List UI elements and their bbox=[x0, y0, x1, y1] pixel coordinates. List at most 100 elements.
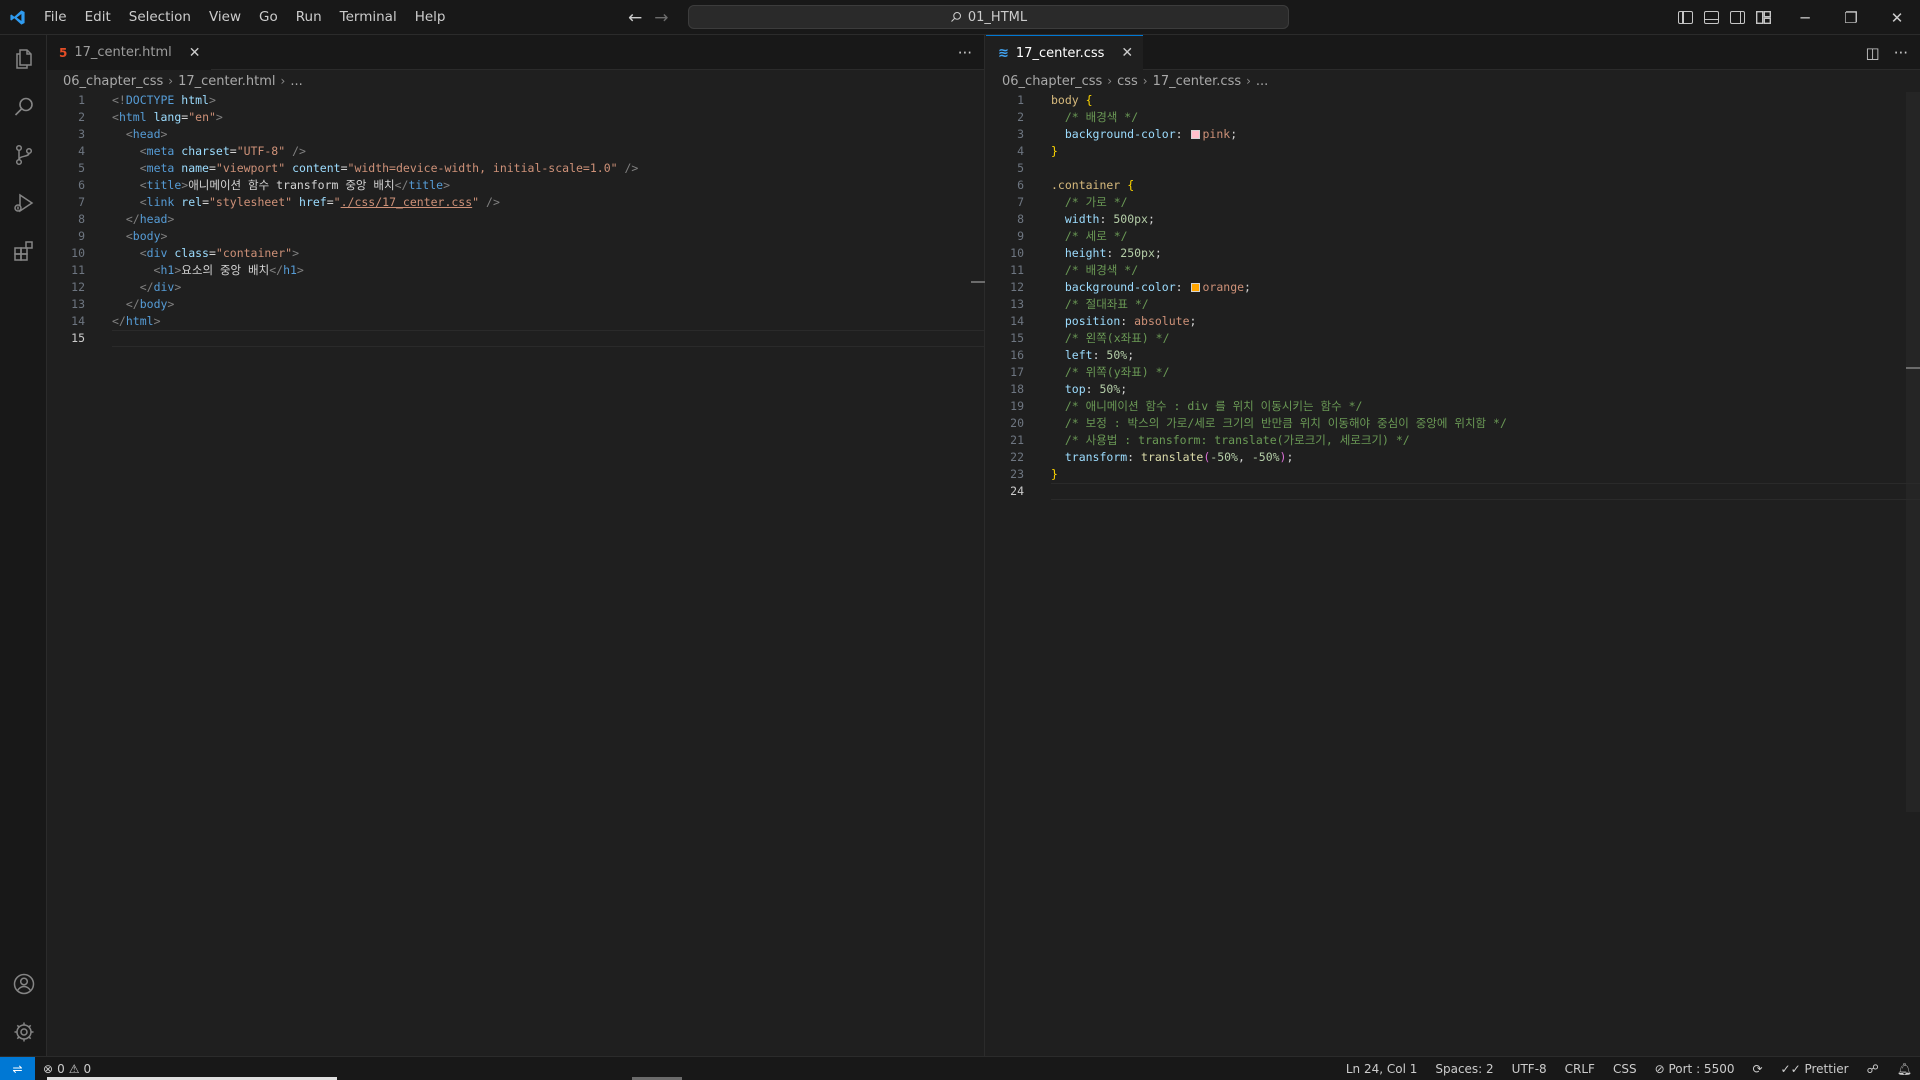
customize-layout-icon[interactable] bbox=[1755, 10, 1772, 25]
code-line: 24 bbox=[986, 483, 1920, 500]
code-token: h1 bbox=[160, 263, 175, 277]
color-swatch-icon[interactable] bbox=[1190, 130, 1200, 139]
breadcrumb-item[interactable]: css bbox=[1117, 74, 1138, 89]
code-token: meta bbox=[146, 144, 175, 158]
breadcrumb-separator-icon: › bbox=[280, 74, 286, 88]
feedback-icon[interactable]: ☍ bbox=[1867, 1062, 1879, 1076]
code-line: 14 position: absolute; bbox=[986, 313, 1920, 330]
code-line: 5 bbox=[986, 160, 1920, 177]
search-view-icon[interactable] bbox=[0, 83, 47, 131]
prettier-status[interactable]: ✓✓ Prettier bbox=[1781, 1062, 1849, 1076]
line-number: 2 bbox=[1017, 110, 1024, 124]
line-number: 16 bbox=[1010, 348, 1024, 362]
go-forward-icon[interactable]: → bbox=[654, 8, 668, 28]
live-server-port[interactable]: ⊘ Port : 5500 bbox=[1655, 1062, 1735, 1076]
toggle-panel-icon[interactable] bbox=[1704, 11, 1719, 24]
file-encoding[interactable]: UTF-8 bbox=[1512, 1062, 1547, 1076]
remote-indicator-icon[interactable]: ⇌ bbox=[0, 1056, 35, 1080]
breadcrumb-item[interactable]: 06_chapter_css bbox=[1002, 74, 1102, 89]
toggle-secondary-sidebar-icon[interactable] bbox=[1730, 11, 1745, 24]
code-token: { bbox=[1085, 93, 1093, 107]
accounts-icon[interactable] bbox=[0, 960, 47, 1008]
code-token: /> bbox=[292, 144, 306, 158]
menu-go[interactable]: Go bbox=[250, 0, 287, 35]
color-swatch-icon[interactable] bbox=[1190, 283, 1200, 292]
editor-group-right: ≋ 17_center.css ✕ ◫ ··· 06_chapter_css › c… bbox=[986, 35, 1920, 1056]
close-tab-icon[interactable]: ✕ bbox=[1121, 45, 1133, 61]
cursor-position[interactable]: Ln 24, Col 1 bbox=[1346, 1062, 1418, 1076]
menu-terminal[interactable]: Terminal bbox=[331, 0, 406, 35]
scroll-indicator bbox=[1906, 367, 1920, 369]
breadcrumb-item[interactable]: ... bbox=[1256, 74, 1268, 89]
code-line: 11 /* 배경색 */ bbox=[986, 262, 1920, 279]
tab-17-center-css[interactable]: ≋ 17_center.css ✕ bbox=[986, 35, 1144, 70]
extensions-icon[interactable] bbox=[0, 227, 47, 275]
problems-indicator[interactable]: ⊗ 0 ⚠ 0 bbox=[35, 1062, 91, 1076]
code-editor-left[interactable]: 1 <!DOCTYPE html> 2 <html lang="en"> 3 <head… bbox=[47, 92, 984, 1056]
breadcrumb-item[interactable]: 17_center.css bbox=[1153, 74, 1242, 89]
code-token: > bbox=[167, 297, 175, 311]
close-tab-icon[interactable]: ✕ bbox=[189, 45, 201, 61]
end-of-line[interactable]: CRLF bbox=[1565, 1062, 1595, 1076]
split-editor-icon[interactable]: ◫ bbox=[1866, 44, 1880, 62]
sync-icon[interactable]: ⟳ bbox=[1752, 1062, 1762, 1076]
more-actions-icon[interactable]: ··· bbox=[1894, 44, 1908, 62]
code-token: absolute bbox=[1134, 314, 1190, 328]
more-actions-icon[interactable]: ··· bbox=[958, 44, 972, 62]
code-token: </ bbox=[139, 280, 154, 294]
breadcrumb-item[interactable]: 06_chapter_css bbox=[63, 74, 163, 89]
code-text: top: 50%; bbox=[1051, 381, 1127, 398]
code-editor-right[interactable]: 1 body {2 /* 배경색 */3 background-color: pi… bbox=[986, 92, 1920, 1056]
menu-edit[interactable]: Edit bbox=[76, 0, 120, 35]
menu-view[interactable]: View bbox=[200, 0, 250, 35]
code-token: /* 위쪽(y좌표) */ bbox=[1064, 365, 1170, 379]
port-label: Port : 5500 bbox=[1668, 1062, 1735, 1076]
code-line: 18 top: 50%; bbox=[986, 381, 1920, 398]
breadcrumb-item[interactable]: 17_center.html bbox=[178, 74, 275, 89]
language-mode[interactable]: CSS bbox=[1613, 1062, 1637, 1076]
menu-run[interactable]: Run bbox=[287, 0, 331, 35]
menu-selection[interactable]: Selection bbox=[120, 0, 200, 35]
explorer-icon[interactable] bbox=[0, 35, 47, 83]
go-back-icon[interactable]: ← bbox=[628, 8, 642, 28]
toggle-primary-sidebar-icon[interactable] bbox=[1678, 11, 1693, 24]
vertical-scrollbar[interactable] bbox=[1906, 92, 1920, 812]
command-center-search[interactable]: 01_HTML bbox=[688, 5, 1289, 29]
code-token: ; bbox=[1189, 314, 1197, 328]
line-number: 13 bbox=[1010, 297, 1024, 311]
code-text: /* 절대좌표 */ bbox=[1051, 296, 1149, 313]
code-token: div bbox=[146, 246, 168, 260]
notifications-bell-icon[interactable]: 🔔︎ bbox=[1897, 1062, 1912, 1076]
menu-help[interactable]: Help bbox=[406, 0, 455, 35]
code-text: <div class="container"> bbox=[112, 245, 299, 262]
code-text: <h1>요소의 중앙 배치</h1> bbox=[112, 262, 304, 279]
code-token: translate bbox=[1141, 450, 1204, 464]
code-line: 9 <body> bbox=[47, 228, 984, 245]
code-text: /* 사용법 : transform: translate(가로크기, 세로크기… bbox=[1051, 432, 1410, 449]
minimize-icon[interactable]: ─ bbox=[1782, 0, 1828, 35]
code-token: 애니메이션 함수 transform 중앙 배치 bbox=[188, 178, 395, 192]
code-line: 12 </div> bbox=[47, 279, 984, 296]
code-token: -50% bbox=[1251, 450, 1280, 464]
code-line: 10 <div class="container"> bbox=[47, 245, 984, 262]
manage-gear-icon[interactable] bbox=[0, 1008, 47, 1056]
source-control-icon[interactable] bbox=[0, 131, 47, 179]
code-token: = bbox=[340, 161, 348, 175]
code-token: h1 bbox=[283, 263, 297, 277]
close-window-icon[interactable]: ✕ bbox=[1874, 0, 1920, 35]
code-token: } bbox=[1051, 144, 1058, 158]
code-token: /> bbox=[624, 161, 639, 175]
line-number: 22 bbox=[1010, 450, 1024, 464]
code-token: body bbox=[1051, 93, 1079, 107]
css-file-icon: ≋ bbox=[998, 45, 1009, 61]
restore-icon[interactable]: ❐ bbox=[1828, 0, 1874, 35]
indentation[interactable]: Spaces: 2 bbox=[1435, 1062, 1493, 1076]
menu-file[interactable]: File bbox=[35, 0, 76, 35]
breadcrumb-item[interactable]: ... bbox=[290, 74, 302, 89]
run-debug-icon[interactable] bbox=[0, 179, 47, 227]
tab-17-center-html[interactable]: 5 17_center.html ✕ bbox=[47, 35, 211, 70]
